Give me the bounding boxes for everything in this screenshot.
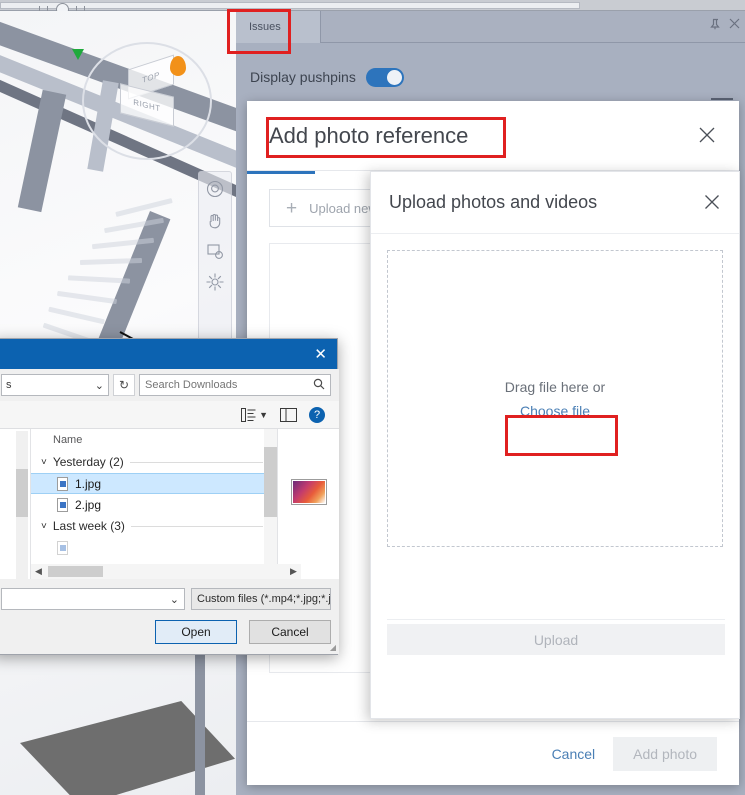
close-icon[interactable] bbox=[697, 125, 717, 145]
filetype-value: Custom files (*.mp4;*.jpg;*.jpeg bbox=[197, 593, 331, 605]
issues-tab-strip: Issues bbox=[236, 11, 745, 43]
upload-panel-header: Upload photos and videos bbox=[371, 172, 739, 234]
column-header-name[interactable]: Name bbox=[31, 429, 277, 451]
jpg-file-icon bbox=[57, 476, 68, 491]
chevron-down-icon[interactable]: ⌄ bbox=[95, 379, 104, 392]
file-list-horizontal-scrollbar[interactable]: ◀ ▶ bbox=[31, 564, 301, 579]
display-pushpins-toggle[interactable] bbox=[365, 67, 404, 87]
pushpin-green[interactable] bbox=[72, 49, 84, 60]
viewer-navigation-toolbar[interactable] bbox=[198, 171, 232, 351]
navigation-pane[interactable] bbox=[0, 429, 31, 580]
walk-icon[interactable] bbox=[203, 270, 227, 294]
help-icon[interactable]: ? bbox=[309, 406, 325, 423]
resize-grip-icon[interactable]: ◢ bbox=[330, 643, 336, 652]
upload-panel-title: Upload photos and videos bbox=[389, 192, 598, 212]
close-icon[interactable]: ✕ bbox=[314, 345, 327, 363]
nav-scrollbar-thumb[interactable] bbox=[16, 469, 28, 517]
jpg-file-icon bbox=[57, 540, 68, 555]
file-group-header[interactable]: ˅ Last week (3) bbox=[31, 515, 277, 537]
view-list-icon[interactable]: ▼ bbox=[241, 407, 268, 422]
file-group-label: Yesterday (2) bbox=[52, 455, 124, 469]
chevron-down-icon[interactable]: ⌄ bbox=[170, 593, 179, 606]
filename-row: ⌄ Custom files (*.mp4;*.jpg;*.jpeg ⌄ bbox=[0, 587, 339, 611]
search-box[interactable] bbox=[139, 374, 331, 396]
screen: TOP RIGHT Issues Display pushpins Add ph… bbox=[0, 0, 745, 795]
preview-pane bbox=[277, 429, 339, 580]
file-dialog-toolbar: ▼ ? bbox=[0, 401, 339, 429]
thumbnail-preview bbox=[290, 479, 327, 505]
address-input[interactable]: s ⌄ bbox=[1, 374, 109, 396]
pan-hand-icon[interactable] bbox=[203, 208, 227, 232]
drag-file-text: Drag file here or bbox=[504, 378, 606, 395]
chevron-down-icon[interactable]: ˅ bbox=[41, 521, 47, 532]
toggle-knob bbox=[386, 69, 402, 85]
file-dropzone[interactable]: Drag file here or Choose file bbox=[387, 250, 723, 547]
display-pushpins-label: Display pushpins bbox=[250, 69, 356, 85]
scroll-left-arrow[interactable]: ◀ bbox=[31, 566, 46, 577]
group-rule bbox=[130, 525, 263, 527]
dialog-footer: Cancel Add photo bbox=[247, 721, 739, 785]
file-dialog-titlebar: ✕ bbox=[0, 339, 337, 369]
horizontal-scrollbar[interactable] bbox=[0, 2, 580, 16]
display-pushpins-row: Display pushpins bbox=[236, 57, 745, 97]
file-list-pane[interactable]: Name ˅ Yesterday (2) 1.jpg 2.jpg ˅ Last … bbox=[31, 429, 277, 580]
chevron-down-icon[interactable]: ▼ bbox=[259, 410, 268, 420]
jpg-file-icon bbox=[57, 497, 68, 512]
filetype-select[interactable]: Custom files (*.mp4;*.jpg;*.jpeg ⌄ bbox=[191, 588, 331, 610]
divider bbox=[387, 619, 725, 620]
file-name: 2.jpg bbox=[75, 497, 102, 512]
tab-issues-label: Issues bbox=[249, 21, 281, 33]
browser-chrome-strip bbox=[0, 0, 745, 16]
address-bar-row: s ⌄ ↻ bbox=[0, 369, 339, 401]
dialog-buttons: Open Cancel bbox=[155, 620, 331, 644]
chevron-down-icon[interactable]: ˅ bbox=[41, 457, 47, 468]
file-dialog-bottom: ⌄ Custom files (*.mp4;*.jpg;*.jpeg ⌄ Ope… bbox=[0, 579, 339, 654]
address-value: s bbox=[6, 379, 12, 391]
pin-icon[interactable] bbox=[709, 18, 721, 33]
upload-button[interactable]: Upload bbox=[387, 624, 725, 655]
list-item[interactable] bbox=[31, 537, 277, 558]
open-button[interactable]: Open bbox=[155, 620, 237, 644]
choose-file-link[interactable]: Choose file bbox=[520, 403, 590, 419]
zoom-window-icon[interactable] bbox=[203, 239, 227, 263]
scroll-right-arrow[interactable]: ▶ bbox=[286, 566, 301, 577]
filename-input[interactable]: ⌄ bbox=[1, 588, 185, 610]
close-icon[interactable] bbox=[703, 193, 721, 211]
upload-photos-videos-panel: Upload photos and videos Drag file here … bbox=[370, 171, 740, 719]
hscroll-thumb[interactable] bbox=[48, 566, 103, 577]
file-list-scrollbar-thumb[interactable] bbox=[264, 447, 277, 517]
page-title: Add photo reference bbox=[269, 122, 469, 148]
file-browser-content: Name ˅ Yesterday (2) 1.jpg 2.jpg ˅ Last … bbox=[0, 429, 339, 581]
list-item[interactable]: 1.jpg bbox=[31, 473, 277, 494]
search-input[interactable] bbox=[145, 379, 313, 391]
add-photo-button[interactable]: Add photo bbox=[613, 736, 717, 771]
cancel-button[interactable]: Cancel bbox=[249, 620, 331, 644]
search-icon[interactable] bbox=[313, 378, 325, 393]
panel-controls bbox=[709, 18, 740, 33]
file-group-label: Last week (3) bbox=[52, 519, 125, 533]
list-item[interactable]: 2.jpg bbox=[31, 494, 277, 515]
file-open-dialog: ✕ s ⌄ ↻ ▼ bbox=[0, 338, 339, 655]
orbit-icon[interactable] bbox=[203, 177, 227, 201]
file-group-header[interactable]: ˅ Yesterday (2) bbox=[31, 451, 277, 473]
pushpin-orange[interactable] bbox=[170, 56, 186, 76]
close-icon[interactable] bbox=[729, 18, 740, 33]
tab-issues[interactable]: Issues bbox=[236, 11, 321, 43]
file-name: 1.jpg bbox=[75, 476, 102, 491]
group-rule bbox=[129, 461, 263, 463]
preview-pane-icon[interactable] bbox=[280, 407, 297, 422]
refresh-icon[interactable]: ↻ bbox=[113, 374, 135, 396]
plus-icon: + bbox=[286, 197, 298, 219]
cancel-button[interactable]: Cancel bbox=[552, 746, 596, 762]
dialog-header: Add photo reference bbox=[247, 101, 739, 171]
upload-new-label: Upload new bbox=[309, 200, 378, 216]
